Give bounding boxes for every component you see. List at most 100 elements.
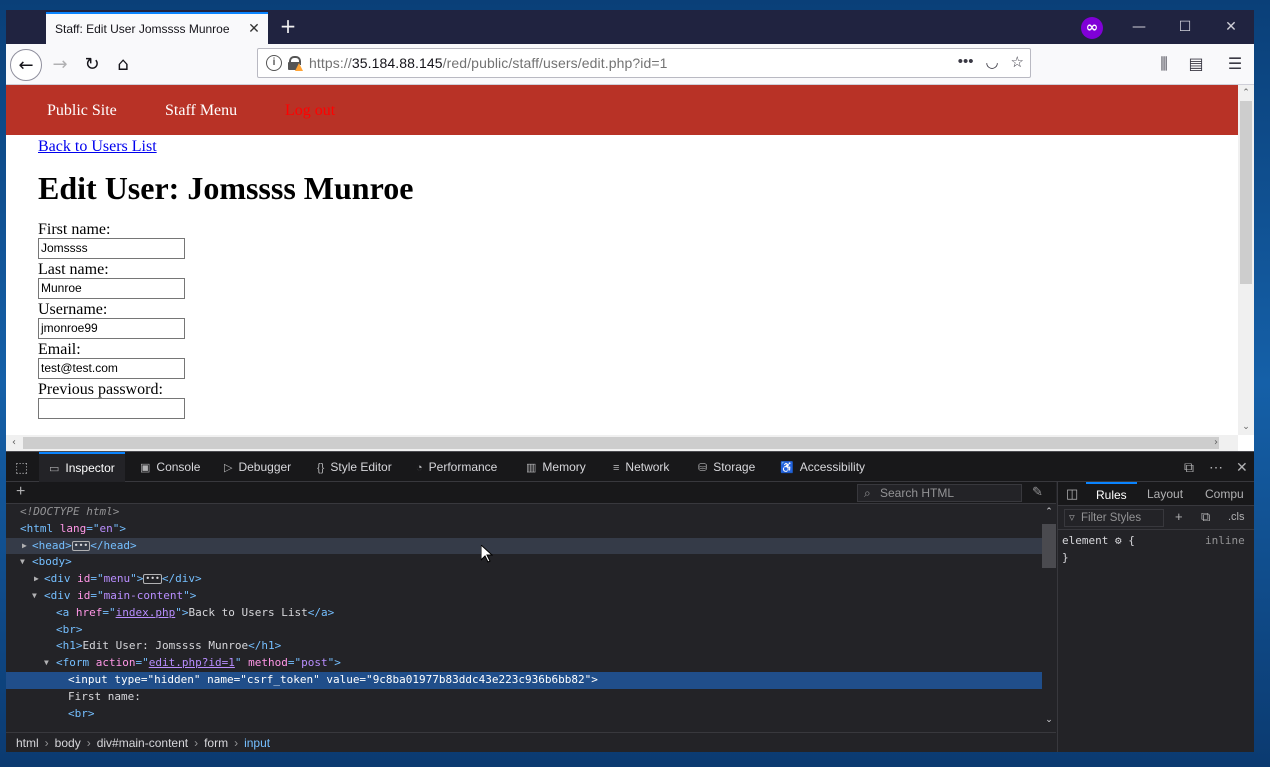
tree-row-div-main[interactable]: ▼ <div id="main-content"> [6, 588, 1042, 605]
tab-close-icon[interactable]: ✕ [246, 20, 262, 36]
tree-row-input-selected[interactable]: <input type="hidden" name="csrf_token" v… [6, 671, 1042, 689]
email-label: Email: [38, 341, 81, 358]
breadcrumb-body[interactable]: body [55, 736, 81, 750]
search-html-input[interactable]: Search HTML [857, 484, 1022, 502]
hscrollbar-thumb[interactable] [23, 437, 1219, 449]
more-icon[interactable]: ••• [958, 53, 974, 71]
back-to-users-link[interactable]: Back to Users List [38, 137, 413, 156]
scrollbar-thumb[interactable] [1240, 101, 1252, 284]
maximize-icon[interactable]: ☐ [1170, 16, 1200, 38]
markup-scrollbar[interactable]: ⌃ ⌄ [1042, 504, 1056, 732]
tab-accessibility[interactable]: ♿ Accessibility [780, 452, 865, 482]
url-bar[interactable]: i https://35.184.88.145/red/public/staff… [257, 48, 1031, 78]
scroll-down-icon[interactable]: ⌄ [1238, 419, 1254, 435]
inspector-icon: ▭ [49, 463, 60, 475]
browser-tab[interactable]: Staff: Edit User Jomssss Munroe ✕ [46, 12, 268, 44]
tree-row-form[interactable]: ▼ <form action="edit.php?id=1" method="po… [6, 655, 1042, 672]
tab-performance[interactable]: ◔ Performance [416, 452, 497, 482]
menu-icon[interactable]: ☰ [1224, 54, 1246, 76]
minimize-icon[interactable]: — [1124, 16, 1154, 38]
last-name-field[interactable]: Munroe [38, 278, 185, 299]
tree-row-anchor[interactable]: <a href="index.php">Back to Users List</… [6, 605, 1042, 622]
tab-title: Staff: Edit User Jomssss Munroe [55, 22, 230, 36]
previous-password-field[interactable] [38, 398, 185, 419]
breadcrumb-form[interactable]: form [204, 736, 228, 750]
new-tab-button[interactable]: + [278, 15, 298, 39]
username-field[interactable]: jmonroe99 [38, 318, 185, 339]
collapsed-dots-icon[interactable]: ••• [71, 540, 91, 551]
staff-menu-link[interactable]: Staff Menu [165, 102, 237, 120]
close-window-icon[interactable]: ✕ [1216, 16, 1246, 38]
scroll-up-icon[interactable]: ⌃ [1238, 85, 1254, 101]
collapse-icon[interactable]: ▼ [32, 588, 37, 605]
devtools-more-icon[interactable]: ⋯ [1209, 452, 1223, 482]
first-name-field[interactable]: Jomssss [38, 238, 185, 259]
tab-storage[interactable]: ⛁ Storage [698, 452, 755, 482]
tree-row-br[interactable]: <br> [6, 622, 1042, 639]
tree-row-br2[interactable]: <br> [6, 706, 1042, 723]
tree-row-doctype[interactable]: <!DOCTYPE html> [6, 504, 1042, 521]
filter-styles-input[interactable]: Filter Styles [1064, 509, 1164, 527]
eyedropper-icon[interactable]: ✎ [1032, 484, 1043, 500]
tab-inspector[interactable]: ▭ Inspector [39, 452, 125, 482]
expand-icon[interactable]: ▶ [22, 538, 27, 555]
breadcrumb-html[interactable]: html [16, 736, 39, 750]
chevron-right-icon: › [86, 736, 91, 750]
add-node-icon[interactable]: + [16, 483, 25, 501]
rules-sidebar: ◫ Rules Layout Compu Filter Styles + ⧉ .… [1057, 482, 1254, 752]
tab-debugger[interactable]: ▷ Debugger [224, 452, 291, 482]
forward-icon[interactable]: → [44, 49, 76, 81]
pocket-icon[interactable]: ◡ [985, 53, 998, 71]
scroll-down-icon[interactable]: ⌄ [1042, 714, 1056, 725]
scroll-right-icon[interactable]: › [1208, 435, 1224, 451]
rule-source[interactable]: inline [1205, 532, 1245, 549]
tab-rules[interactable]: Rules [1086, 482, 1137, 506]
back-icon[interactable]: ← [10, 49, 42, 81]
public-site-link[interactable]: Public Site [47, 102, 117, 120]
tab-console[interactable]: ▣ Console [140, 452, 200, 482]
cls-toggle[interactable]: .cls [1228, 511, 1245, 523]
url-text[interactable]: https://35.184.88.145/red/public/staff/u… [309, 55, 668, 71]
logout-link[interactable]: Log out [285, 102, 335, 120]
chevron-right-icon: › [234, 736, 239, 750]
page-horizontal-scrollbar[interactable]: ‹ › [6, 435, 1238, 451]
devtools-close-icon[interactable]: ✕ [1236, 452, 1248, 482]
tree-row-text[interactable]: First name: [6, 689, 1042, 706]
markup-toolbar: + Search HTML ✎ [6, 482, 1056, 504]
breadcrumb-input[interactable]: input [244, 736, 270, 750]
main-content: Back to Users List Edit User: Jomssss Mu… [38, 137, 413, 422]
tab-style-editor[interactable]: {} Style Editor [317, 452, 392, 482]
info-icon[interactable]: i [266, 55, 282, 71]
tree-row-body[interactable]: ▼ <body> [6, 554, 1042, 571]
email-field[interactable]: test@test.com [38, 358, 185, 379]
tab-memory[interactable]: ▥ Memory [526, 452, 586, 482]
scroll-up-icon[interactable]: ⌃ [1042, 506, 1056, 517]
gear-icon[interactable]: ⚙ [1115, 534, 1122, 547]
toggle-sidebar-icon[interactable]: ◫ [1066, 486, 1078, 502]
tree-row-head[interactable]: ▶ <head> ••• </head> [6, 537, 1042, 555]
sidebar-icon[interactable]: ▤ [1185, 54, 1207, 76]
collapsed-dots-icon[interactable]: ••• [143, 574, 162, 585]
tree-row-div-menu[interactable]: ▶ <div id="menu"> ••• </div> [6, 571, 1042, 588]
dock-icon[interactable]: ⧉ [1184, 452, 1194, 482]
tree-row-h1[interactable]: <h1>Edit User: Jomssss Munroe</h1> [6, 638, 1042, 655]
collapse-icon[interactable]: ▼ [44, 655, 49, 672]
breadcrumb-div-main[interactable]: div#main-content [97, 736, 188, 750]
home-icon[interactable]: ⌂ [107, 49, 139, 81]
pseudo-class-icon[interactable]: ⧉ [1201, 509, 1210, 525]
scroll-left-icon[interactable]: ‹ [6, 435, 22, 451]
bookmark-star-icon[interactable]: ☆ [1011, 53, 1024, 71]
tab-layout[interactable]: Layout [1147, 482, 1183, 506]
add-rule-icon[interactable]: + [1175, 509, 1183, 524]
page-title: Edit User: Jomssss Munroe [38, 170, 414, 206]
collapse-icon[interactable]: ▼ [20, 554, 25, 571]
pick-element-icon[interactable]: ⬚ [15, 452, 28, 482]
page-vertical-scrollbar[interactable]: ⌃ ⌄ [1238, 85, 1254, 435]
expand-icon[interactable]: ▶ [34, 571, 39, 588]
library-icon[interactable]: ⫼ [1153, 54, 1175, 76]
tab-network[interactable]: ≡ Network [613, 452, 669, 482]
reload-icon[interactable]: ↻ [76, 49, 108, 81]
tree-row-html[interactable]: <html lang="en"> [6, 521, 1042, 538]
tab-computed[interactable]: Compu [1205, 482, 1244, 506]
markup-scrollbar-thumb[interactable] [1042, 524, 1056, 568]
